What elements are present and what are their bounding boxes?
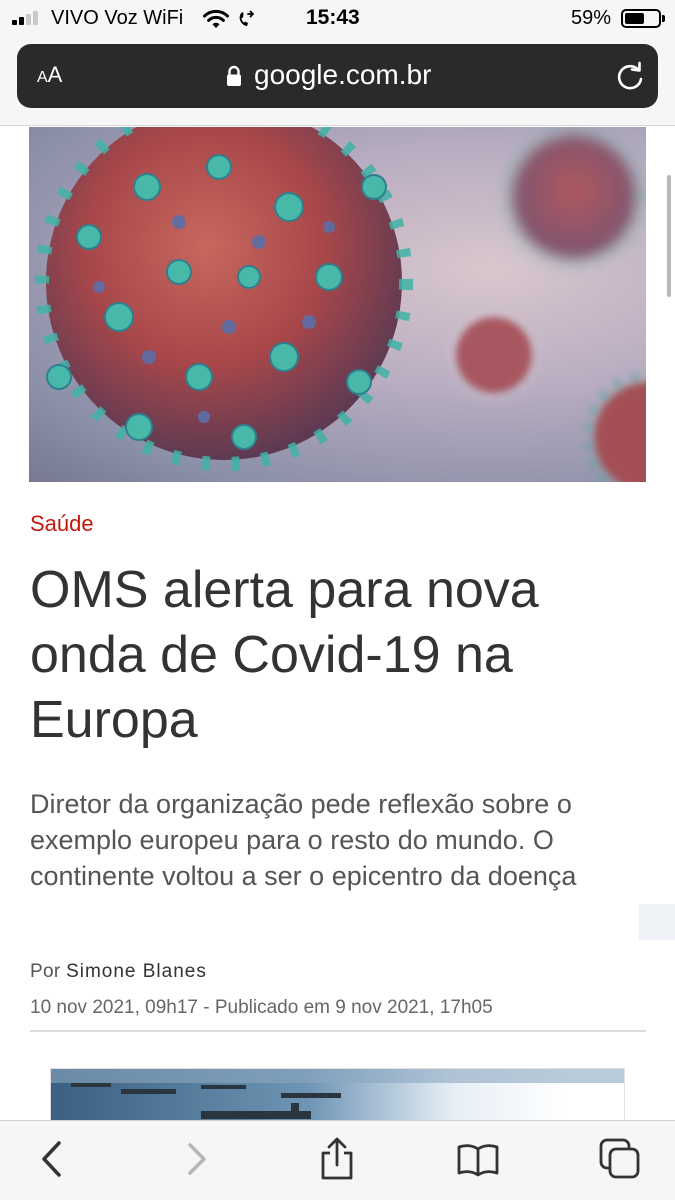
share-icon[interactable] — [315, 1137, 359, 1181]
address-bar[interactable]: AA google.com.br — [17, 44, 658, 108]
status-bar: VIVO Voz WiFi 15:43 59% — [0, 0, 675, 40]
hero-image — [29, 127, 646, 482]
byline: Por Simone Blanes — [30, 961, 207, 983]
browser-toolbar — [0, 1120, 675, 1200]
back-icon[interactable] — [30, 1137, 74, 1181]
battery-percent: 59% — [571, 7, 612, 29]
call-forwarding-icon — [239, 10, 255, 26]
tabs-icon[interactable] — [598, 1137, 642, 1181]
browser-address-area: AA google.com.br — [0, 40, 675, 126]
forward-icon[interactable] — [175, 1137, 219, 1181]
article-headline: OMS alerta para nova onda de Covid-19 na… — [30, 561, 539, 749]
lock-icon — [227, 65, 241, 86]
signal-icon — [12, 11, 44, 25]
wifi-icon — [203, 9, 229, 28]
author-name[interactable]: Simone Blanes — [66, 961, 207, 982]
bookmarks-icon[interactable] — [456, 1137, 500, 1181]
byline-prefix: Por — [30, 961, 61, 982]
article-subtitle: Diretor da organização pede reflexão sob… — [30, 789, 577, 891]
ships-at-sea-photo — [50, 1068, 625, 1128]
battery-icon — [621, 9, 665, 28]
text-size-button[interactable]: AA — [37, 62, 62, 88]
dateline: 10 nov 2021, 09h17 - Publicado em 9 nov … — [30, 997, 493, 1018]
article-category[interactable]: Saúde — [30, 511, 94, 537]
carrier-name: VIVO Voz WiFi — [51, 7, 184, 29]
battery-fill — [625, 13, 644, 24]
scroll-indicator[interactable] — [667, 175, 671, 297]
url-text[interactable]: google.com.br — [254, 59, 431, 91]
divider — [30, 1030, 646, 1032]
side-tab[interactable] — [639, 904, 675, 940]
coronavirus-illustration — [35, 127, 646, 482]
reload-icon[interactable] — [611, 57, 649, 95]
clock: 15:43 — [306, 6, 360, 29]
